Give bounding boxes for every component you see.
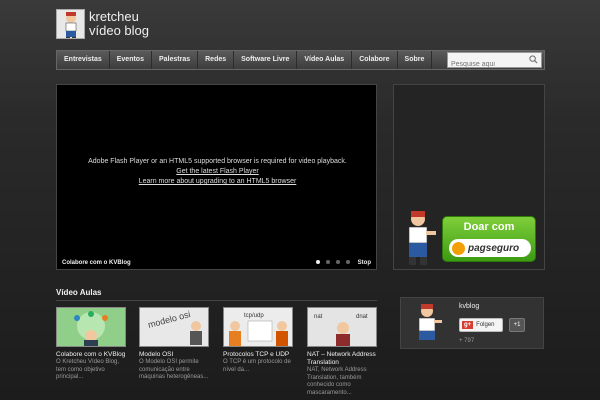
site-title-line2: vídeo blog <box>89 23 149 38</box>
nav-item-video-aulas[interactable]: Vídeo Aulas <box>297 51 353 69</box>
video-thumbnail[interactable]: tcp/udp <box>223 307 293 347</box>
nav-item-palestras[interactable]: Palestras <box>152 51 199 69</box>
thumb-dnat-label: dnat <box>356 314 368 320</box>
slide-dot-4[interactable] <box>346 260 350 264</box>
follow-label: Folgen <box>476 322 495 328</box>
plus-one-button[interactable]: +1 <box>509 318 525 332</box>
nav-item-eventos[interactable]: Eventos <box>110 51 152 69</box>
pagseguro-text: pagseguro <box>468 242 520 254</box>
card-description: NAT, Network Address Translation, também… <box>307 367 367 396</box>
card-description: O Kretcheu Vídeo Blog, tem como objetivo… <box>56 359 120 380</box>
card-title[interactable]: Protocolos TCP e UDP <box>223 351 293 359</box>
google-plus-widget: kvblog g+ Folgen +1 + 797 <box>400 297 544 349</box>
donate-ad: Doar com pagseguro <box>393 84 545 270</box>
stop-button[interactable]: Stop <box>358 260 371 266</box>
video-fallback-message: Adobe Flash Player or an HTML5 supported… <box>57 157 378 187</box>
card-title[interactable]: Modelo OSI <box>139 351 209 359</box>
nav-item-sobre[interactable]: Sobre <box>398 51 433 69</box>
slide-dots <box>316 260 350 264</box>
site-title-line1: kretcheu <box>89 9 139 24</box>
follow-button[interactable]: g+ Folgen <box>459 318 503 332</box>
google-plus-icon: g+ <box>462 321 474 329</box>
video-card[interactable]: Colabore com o KVBlog O Kretcheu Vídeo B… <box>56 307 126 382</box>
slide-dot-3[interactable] <box>336 260 340 264</box>
thumb-osi-label: modelo osi <box>147 309 192 330</box>
nav-item-software-livre[interactable]: Software Livre <box>234 51 298 69</box>
flash-player-link[interactable]: Get the latest Flash Player <box>57 167 378 177</box>
video-thumbnail[interactable]: nat dnat <box>307 307 377 347</box>
mascot-avatar[interactable] <box>409 302 445 346</box>
section-divider <box>56 300 377 301</box>
search-input[interactable] <box>448 57 528 72</box>
video-requirement-text: Adobe Flash Player or an HTML5 supported… <box>88 158 347 165</box>
video-card[interactable]: nat dnat NAT – Network Address Translati… <box>307 307 377 397</box>
nav-item-redes[interactable]: Redes <box>198 51 235 69</box>
video-thumbnail[interactable]: modelo osi <box>139 307 209 347</box>
card-title[interactable]: NAT – Network Address Translation <box>307 351 377 367</box>
html5-upgrade-link[interactable]: Learn more about upgrading to an HTML5 b… <box>57 177 378 187</box>
slide-dot-2[interactable] <box>326 260 330 264</box>
section-title[interactable]: Vídeo Aulas <box>56 288 102 297</box>
card-description: O TCP é um protocolo de nível da... <box>223 359 291 373</box>
donate-label: Doar com <box>463 221 515 233</box>
search-box <box>447 52 542 72</box>
pagseguro-logo: pagseguro <box>449 239 531 257</box>
site-header: kretcheu vídeo blog <box>56 9 546 43</box>
mascot-illustration <box>408 211 436 265</box>
site-title[interactable]: kretcheu vídeo blog <box>89 10 149 38</box>
donate-button[interactable]: Doar com pagseguro <box>442 216 536 262</box>
video-card[interactable]: modelo osi Modelo OSI O Modelo OSI permi… <box>139 307 209 382</box>
video-player[interactable]: Adobe Flash Player or an HTML5 supported… <box>56 84 377 270</box>
thumb-nat-label: nat <box>314 314 323 320</box>
main-nav: Entrevistas Eventos Palestras Redes Soft… <box>56 50 545 72</box>
follower-count: + 797 <box>459 338 475 344</box>
video-thumbnail[interactable] <box>56 307 126 347</box>
slide-dot-1[interactable] <box>316 260 320 264</box>
slide-caption[interactable]: Colabore com o KVBlog <box>62 260 131 266</box>
card-description: O Modelo OSI permite comunicação entre m… <box>139 359 209 380</box>
video-card[interactable]: tcp/udp Protocolos TCP e UDP O TCP é um … <box>223 307 293 374</box>
site-logo-mascot[interactable] <box>56 9 85 39</box>
pagseguro-icon <box>452 241 465 255</box>
card-title[interactable]: Colabore com o KVBlog <box>56 351 126 359</box>
social-profile-name[interactable]: kvblog <box>459 303 479 310</box>
search-icon[interactable] <box>529 55 538 64</box>
nav-item-entrevistas[interactable]: Entrevistas <box>57 51 110 69</box>
thumb-tcp-label: tcp/udp <box>244 313 264 319</box>
nav-item-colabore[interactable]: Colabore <box>352 51 398 69</box>
